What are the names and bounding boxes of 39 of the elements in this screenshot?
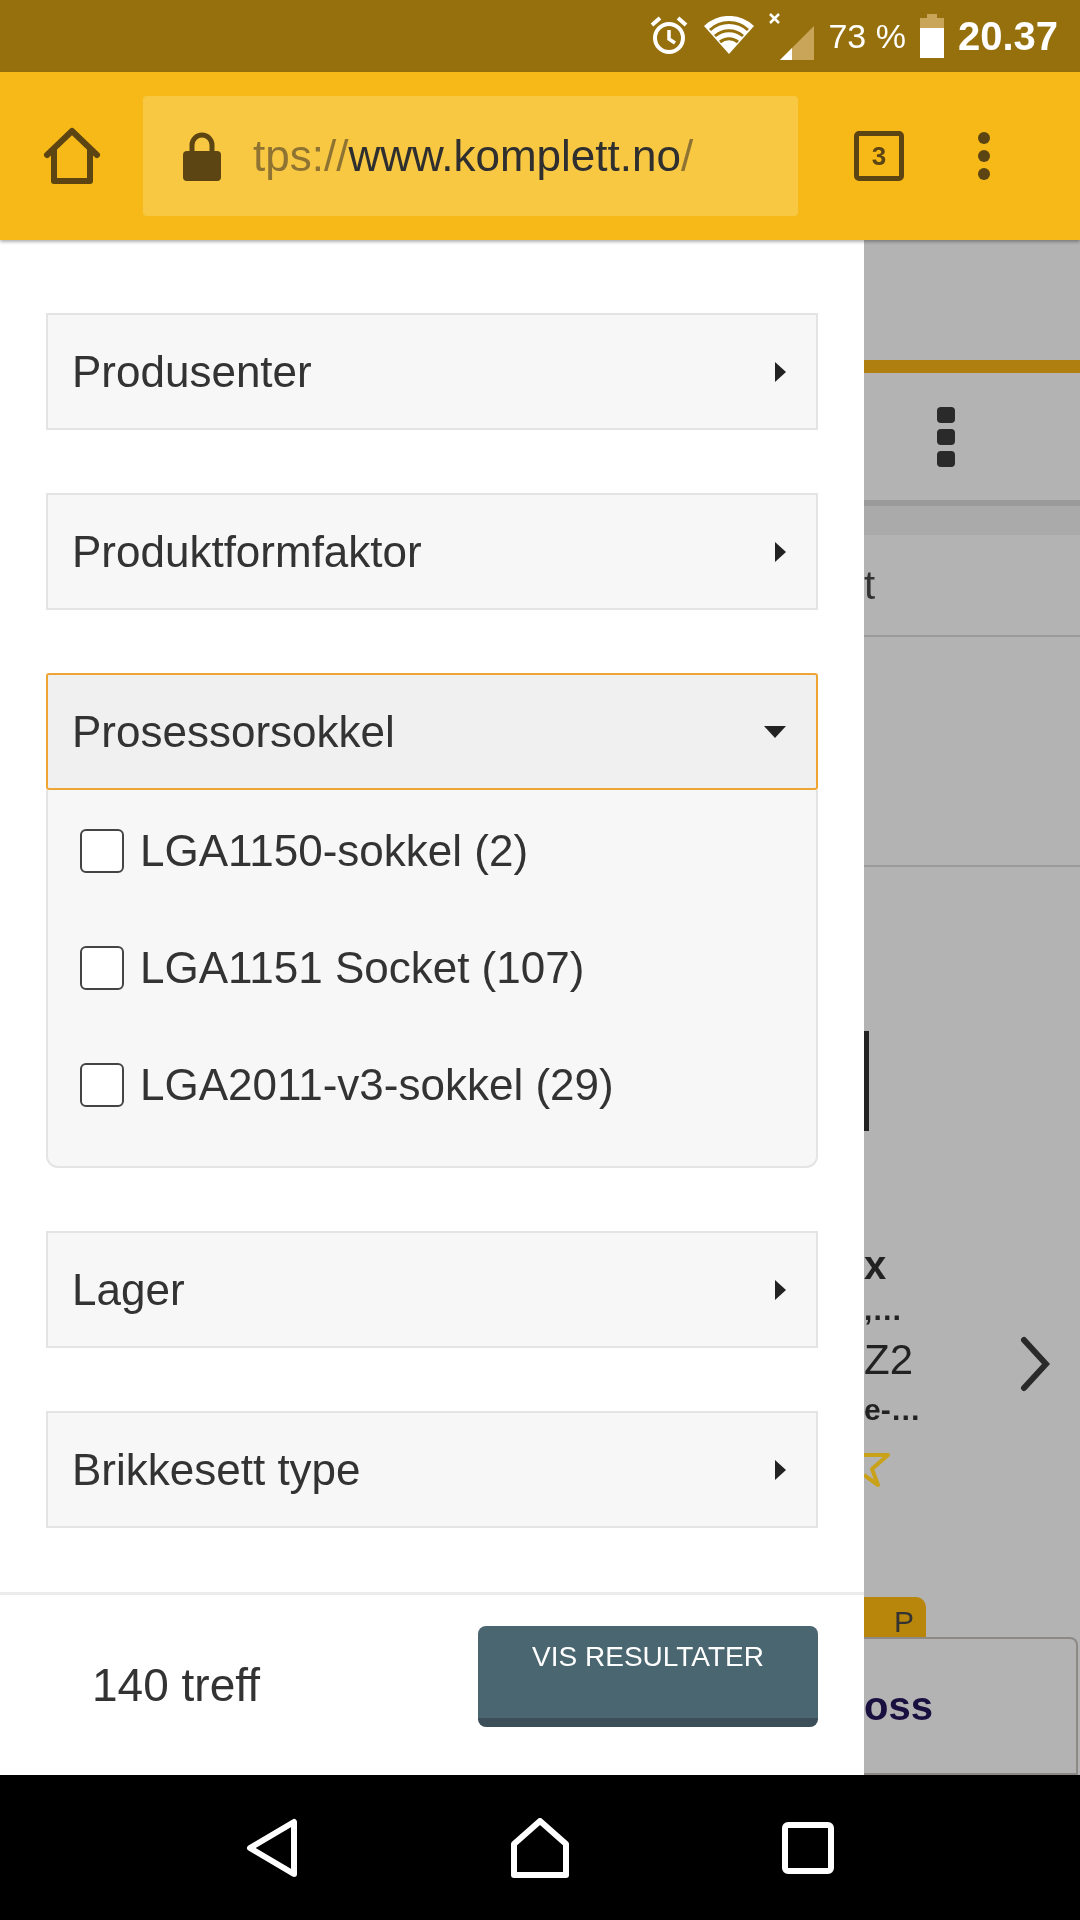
filter-header[interactable]: Prosessorsokkel (46, 673, 818, 790)
filter-label: Produsenter (72, 346, 312, 397)
chevron-right-icon[interactable] (1020, 1336, 1050, 1392)
tab-count-button[interactable]: 3 (854, 131, 904, 181)
wifi-icon (704, 16, 755, 56)
product-model: Z2 (864, 1335, 914, 1385)
checkbox[interactable] (80, 1062, 124, 1107)
result-count: 140 treff (92, 1658, 260, 1712)
address-bar[interactable]: tps://www.komplett.no/ (143, 96, 798, 216)
checkbox[interactable] (80, 828, 124, 873)
product-text: e-… (864, 1392, 921, 1428)
lock-icon (183, 131, 221, 181)
show-results-button[interactable]: VIS RESULTATER (478, 1625, 818, 1727)
recents-icon[interactable] (782, 1821, 834, 1874)
filter-label: Brikkesett type (72, 1444, 361, 1495)
back-icon[interactable] (246, 1817, 298, 1878)
option-label[interactable]: LGA1151 Socket (107) (140, 942, 585, 993)
more-icon[interactable] (937, 406, 955, 467)
row-text: t (864, 562, 876, 608)
filter-header[interactable]: Produsenter (46, 313, 818, 430)
clock-time: 20.37 (957, 13, 1058, 59)
product-title: x (864, 1242, 888, 1289)
filter-label: Lager (72, 1264, 185, 1315)
product-text: ,… (864, 1292, 904, 1328)
filter-label: Produktformfaktor (72, 526, 422, 577)
product-badge: P (864, 1597, 926, 1637)
menu-icon[interactable] (976, 131, 992, 181)
filter-label: Prosessorsokkel (72, 706, 395, 757)
battery-percent: 73 % (828, 16, 906, 56)
signal-icon (768, 12, 815, 60)
card-text: oss (864, 1683, 933, 1729)
option-label[interactable]: LGA1150-sokkel (2) (140, 825, 529, 876)
url-text: tps://www.komplett.no/ (253, 131, 694, 181)
option-label[interactable]: LGA2011-v3-sokkel (29) (140, 1059, 614, 1110)
checkbox[interactable] (80, 945, 124, 990)
filter-header[interactable]: Brikkesett type (46, 1411, 818, 1528)
battery-icon (919, 14, 944, 58)
filter-header[interactable]: Produktformfaktor (46, 493, 818, 610)
filter-header[interactable]: Lager (46, 1231, 818, 1348)
